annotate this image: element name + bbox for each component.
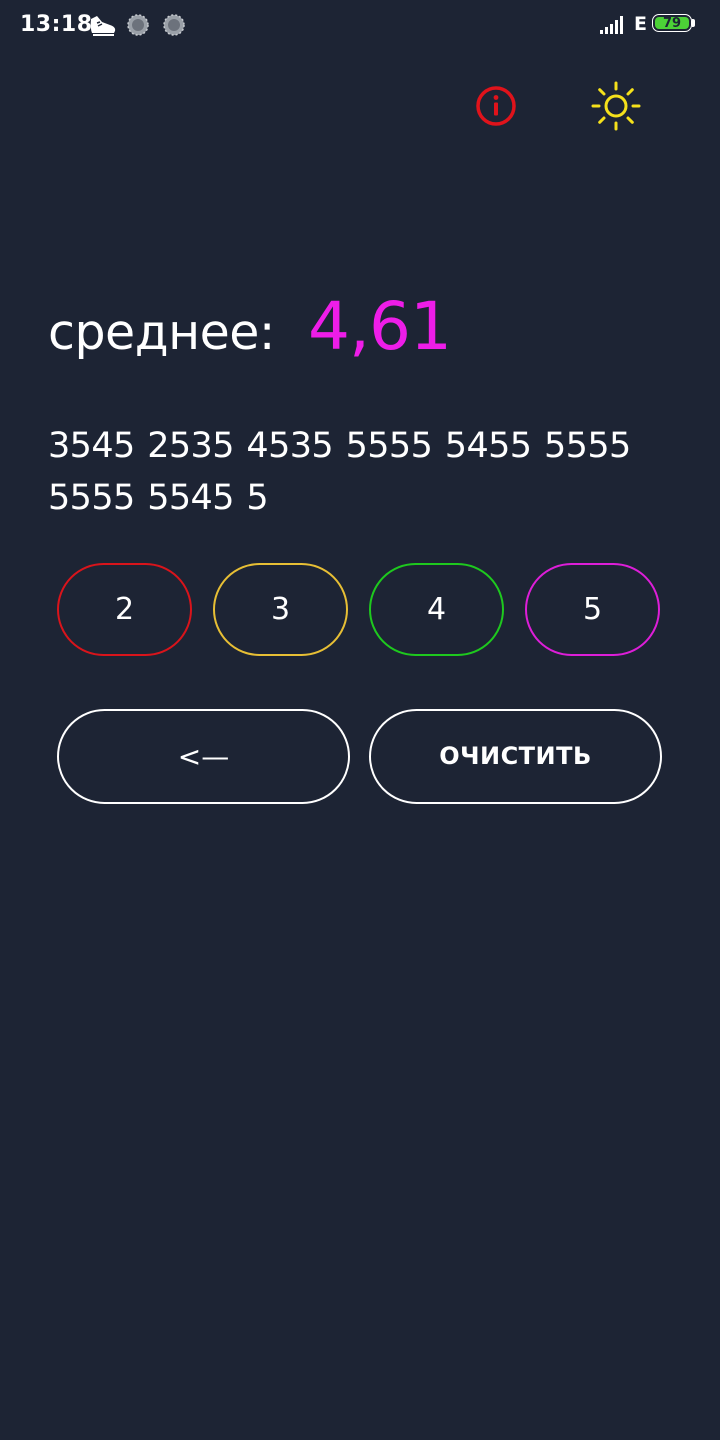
average-label: среднее: — [48, 304, 275, 361]
backspace-button[interactable]: <— — [57, 709, 350, 804]
circle-notification-icon — [127, 14, 149, 40]
grade-3-button[interactable]: 3 — [213, 563, 348, 656]
sneaker-icon — [88, 14, 118, 40]
circle-notification-icon — [163, 14, 185, 40]
battery-icon: 79 — [652, 14, 698, 34]
average-display: среднее: 4,61 — [48, 288, 452, 368]
info-circle-icon — [476, 86, 516, 126]
battery-level: 79 — [662, 16, 682, 31]
status-bar: 13:18 E 79 — [0, 0, 720, 52]
grade-4-button[interactable]: 4 — [369, 563, 504, 656]
average-value: 4,61 — [308, 288, 452, 365]
clear-button[interactable]: ОЧИСТИТЬ — [369, 709, 662, 804]
grade-2-button[interactable]: 2 — [57, 563, 192, 656]
status-time: 13:18 — [20, 12, 93, 37]
grade-5-button[interactable]: 5 — [525, 563, 660, 656]
battery-fill: 79 — [655, 16, 689, 31]
network-type-label: E — [634, 13, 647, 35]
info-button[interactable] — [475, 85, 517, 127]
theme-toggle-button[interactable] — [590, 80, 642, 132]
signal-strength-icon — [600, 16, 628, 38]
sun-icon — [591, 81, 641, 131]
grades-sequence: 3545 2535 4535 5555 5455 5555 5555 5545 … — [48, 426, 631, 518]
